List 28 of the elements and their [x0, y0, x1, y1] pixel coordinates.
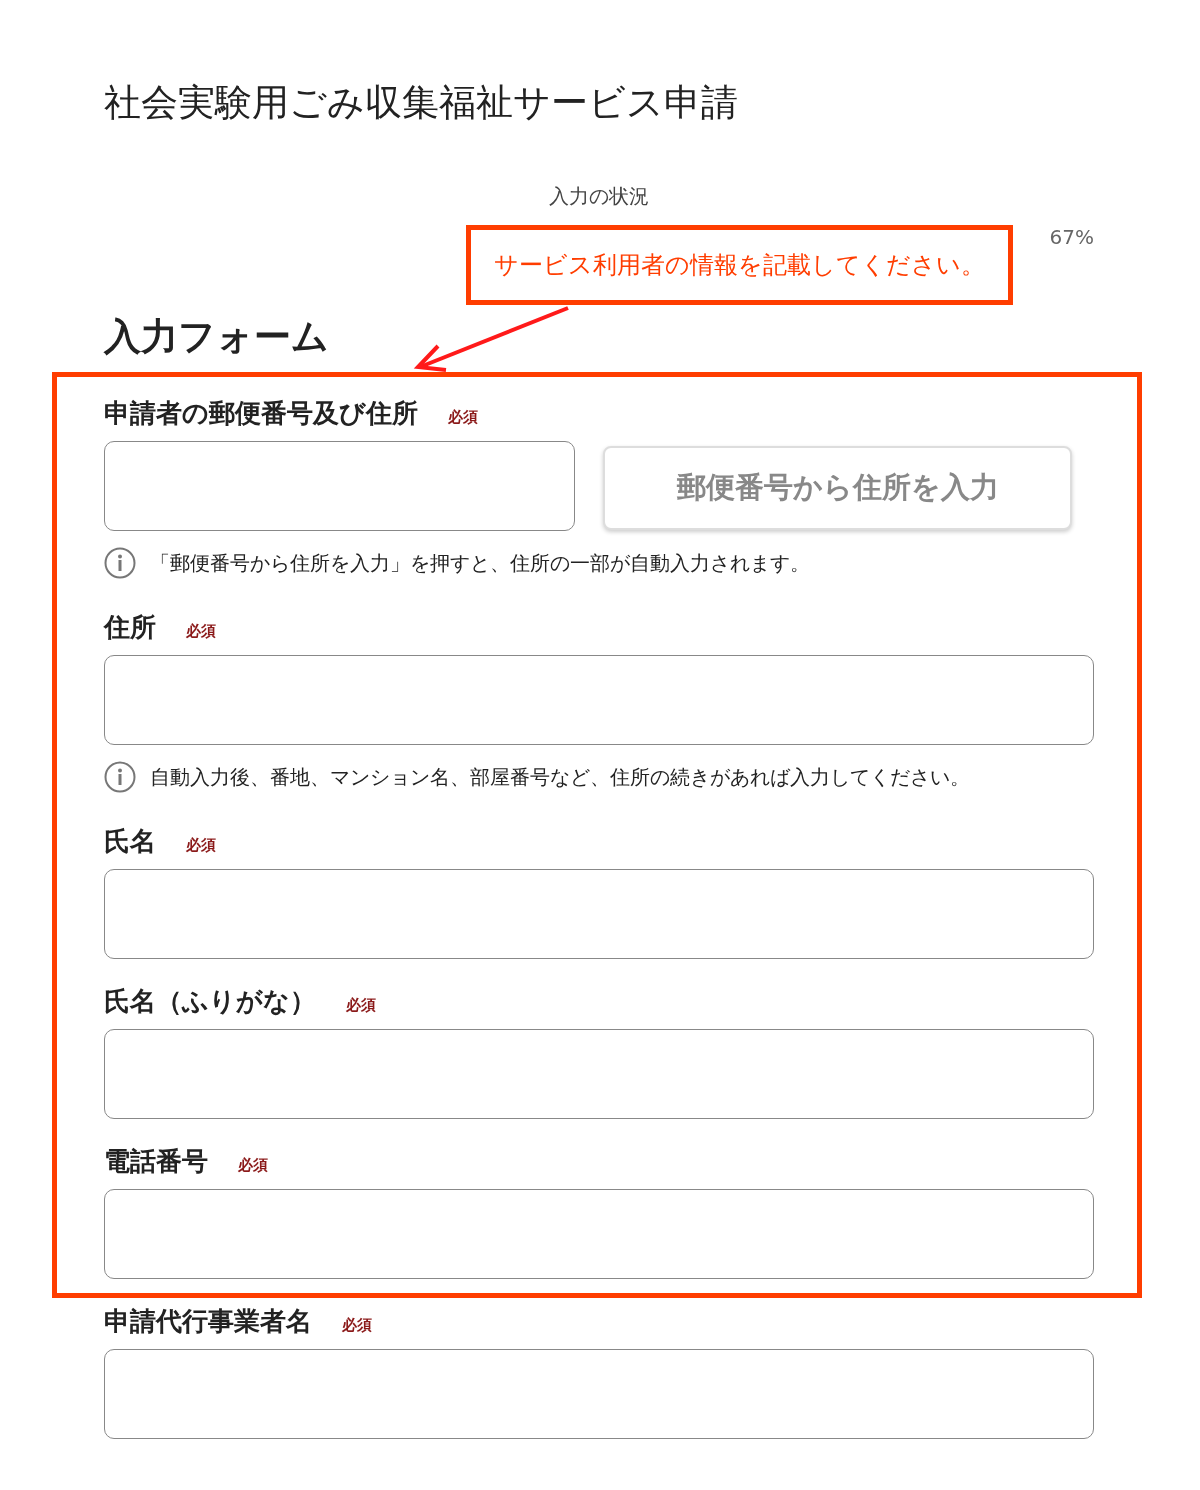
address-lookup-button[interactable]: 郵便番号から住所を入力: [603, 445, 1072, 530]
field-label: 氏名: [104, 824, 156, 858]
required-label: 必須: [342, 1315, 372, 1335]
required-label: 必須: [346, 995, 376, 1015]
text-field[interactable]: [104, 1029, 1094, 1119]
field-label: 電話番号: [104, 1144, 208, 1178]
help-text: 「郵便番号から住所を入力」を押すと、住所の一部が自動入力されます。: [150, 549, 810, 577]
text-field[interactable]: [104, 869, 1094, 959]
info-icon: [104, 547, 136, 579]
text-field[interactable]: [104, 1189, 1094, 1279]
required-label: 必須: [238, 1155, 268, 1175]
form-heading: 入力フォーム: [104, 314, 329, 360]
postal-code-field[interactable]: [104, 441, 575, 531]
progress-percent: 67%: [1049, 225, 1094, 249]
required-label: 必須: [448, 407, 478, 427]
field-label: 申請代行事業者名: [104, 1304, 312, 1338]
info-icon: [104, 761, 136, 793]
text-field[interactable]: [104, 655, 1094, 745]
progress-label: 入力の状況: [549, 184, 649, 208]
field-label: 氏名（ふりがな）: [104, 984, 316, 1018]
required-label: 必須: [186, 621, 216, 641]
help-text: 自動入力後、番地、マンション名、部屋番号など、住所の続きがあれば入力してください。: [150, 763, 970, 791]
required-label: 必須: [186, 835, 216, 855]
field-label: 住所: [104, 610, 156, 644]
text-field[interactable]: [104, 1349, 1094, 1439]
page-title: 社会実験用ごみ収集福祉サービス申請: [104, 80, 739, 126]
field-label: 申請者の郵便番号及び住所: [104, 396, 418, 430]
annotation-callout: サービス利用者の情報を記載してください。: [466, 225, 1013, 305]
